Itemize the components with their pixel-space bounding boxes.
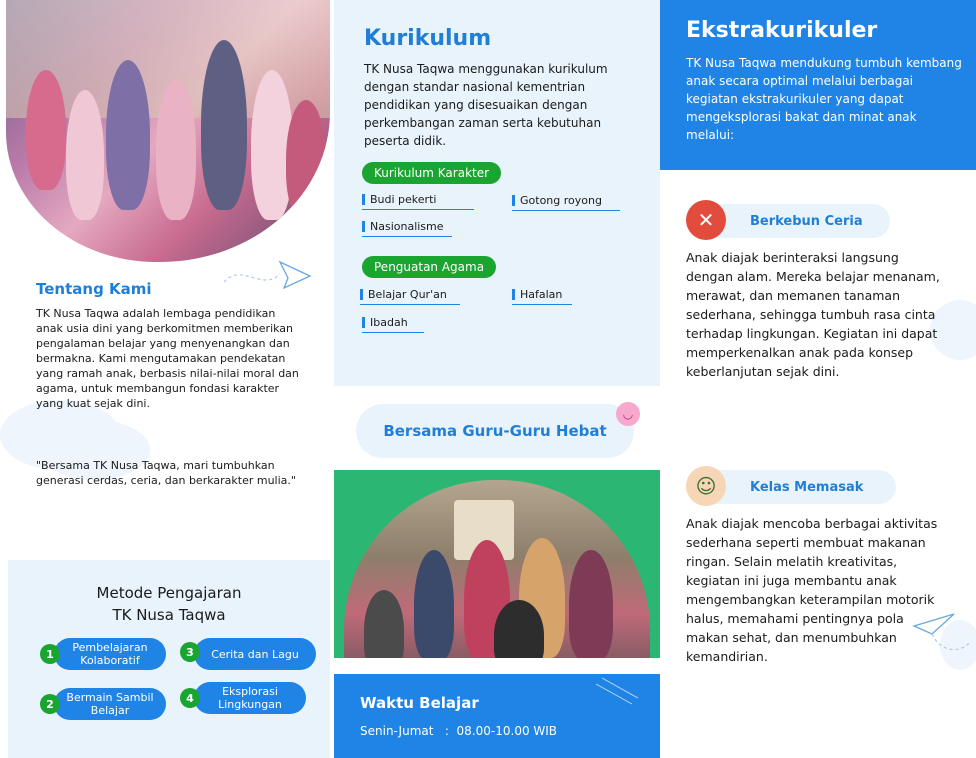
column-about: Tentang Kami TK Nusa Taqwa adalah lembag…: [0, 0, 330, 758]
activity-description: Anak diajak mencoba berbagai aktivitas s…: [686, 516, 938, 664]
about-title: Tentang Kami: [36, 280, 152, 298]
chef-child-icon: ☺: [686, 466, 726, 506]
paper-plane-icon: [595, 677, 639, 705]
teachers-photo-frame: [334, 470, 660, 658]
column-extracurricular: Ekstrakurikuler TK Nusa Taqwa mendukung …: [660, 0, 976, 758]
religion-curriculum-label: Penguatan Agama: [362, 256, 497, 278]
class-group-photo: [6, 0, 330, 262]
garden-tools-icon: ✕: [686, 200, 726, 240]
method-number-badge: 3: [180, 642, 200, 662]
method-number-badge: 1: [40, 644, 60, 664]
curriculum-tag: Gotong royong: [512, 193, 620, 211]
curriculum-section: Kurikulum TK Nusa Taqwa menggunakan kuri…: [334, 0, 660, 386]
about-quote: "Bersama TK Nusa Taqwa, mari tumbuhkan g…: [36, 459, 296, 487]
curriculum-tag: Budi pekerti: [362, 192, 474, 210]
paper-plane-icon: [223, 260, 312, 290]
curriculum-tag: Hafalan: [512, 287, 572, 305]
schedule-section: Waktu Belajar Senin-Jumat : 08.00-10.00 …: [334, 674, 660, 758]
curriculum-tag: Ibadah: [362, 315, 424, 333]
extracurricular-header: Ekstrakurikuler TK Nusa Taqwa mendukung …: [660, 0, 976, 170]
method-item: Eksplorasi Lingkungan: [194, 682, 306, 714]
smile-face-icon: ◡: [616, 402, 640, 426]
method-item: Cerita dan Lagu: [194, 638, 316, 670]
curriculum-title: Kurikulum: [364, 26, 492, 51]
curriculum-description: TK Nusa Taqwa menggunakan kurikulum deng…: [364, 62, 608, 148]
method-number-badge: 2: [40, 694, 60, 714]
method-title: Metode Pengajaran TK Nusa Taqwa: [96, 584, 242, 624]
brochure-page: Tentang Kami TK Nusa Taqwa adalah lembag…: [0, 0, 976, 758]
teaching-method-section: Metode Pengajaran TK Nusa Taqwa Pembelaj…: [8, 560, 330, 758]
about-description: TK Nusa Taqwa adalah lembaga pendidikan …: [36, 307, 299, 410]
extracurricular-description: TK Nusa Taqwa mendukung tumbuh kembang a…: [686, 56, 962, 142]
method-item: Bermain Sambil Belajar: [54, 688, 166, 720]
activity-description: Anak diajak berinteraksi langsung dengan…: [686, 250, 940, 379]
teachers-photo: [344, 480, 650, 658]
curriculum-tag: Belajar Qur'an: [360, 287, 460, 305]
paper-plane-icon: [912, 613, 971, 651]
character-curriculum-label: Kurikulum Karakter: [362, 162, 502, 184]
teachers-banner: Bersama Guru-Guru Hebat: [356, 404, 634, 458]
method-number-badge: 4: [180, 688, 200, 708]
column-curriculum: Kurikulum TK Nusa Taqwa menggunakan kuri…: [334, 0, 660, 758]
curriculum-tag: Nasionalisme: [362, 219, 452, 237]
schedule-title: Waktu Belajar: [360, 694, 479, 712]
method-item: Pembelajaran Kolaboratif: [54, 638, 166, 670]
extracurricular-title: Ekstrakurikuler: [686, 18, 878, 43]
schedule-time: Senin-Jumat : 08.00-10.00 WIB: [360, 724, 558, 738]
